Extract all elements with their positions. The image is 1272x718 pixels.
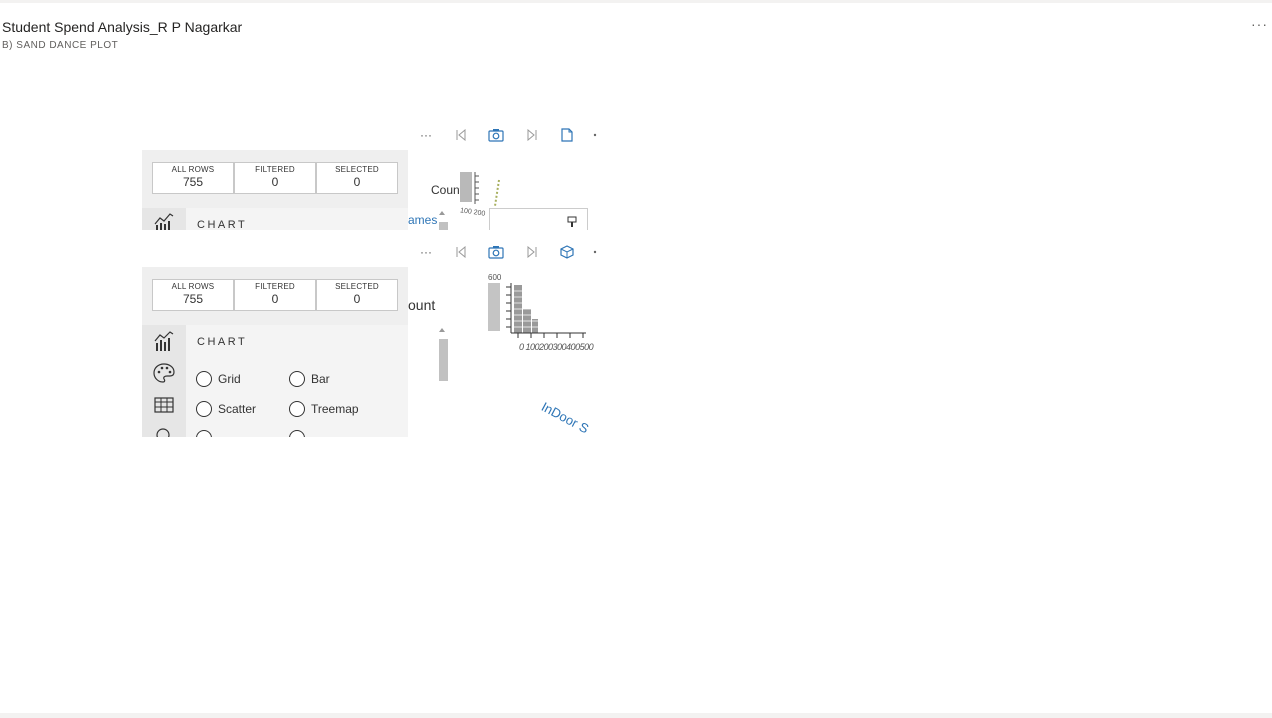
stat-label: SELECTED bbox=[335, 165, 379, 174]
camera-icon[interactable] bbox=[487, 126, 505, 144]
visual-subtitle: B) SAND DANCE PLOT bbox=[2, 40, 119, 51]
table-icon[interactable] bbox=[142, 389, 186, 421]
paintbrush-icon[interactable] bbox=[567, 215, 577, 230]
stat-value: 0 bbox=[271, 175, 279, 189]
radio-label: Scatter bbox=[218, 402, 257, 416]
camera-icon[interactable] bbox=[487, 243, 505, 261]
next-snapshot-icon[interactable] bbox=[523, 126, 541, 144]
overflow-dot-icon[interactable] bbox=[592, 243, 598, 261]
row-stats-bar: ALL ROWS 755 FILTERED 0 SELECTED 0 bbox=[142, 267, 408, 325]
radio-label: Bar bbox=[311, 372, 330, 386]
scroll-up-arrow-icon[interactable] bbox=[439, 211, 445, 215]
more-options-button[interactable]: ··· bbox=[1251, 16, 1268, 32]
previous-snapshot-icon[interactable] bbox=[452, 126, 470, 144]
stat-all-rows: ALL ROWS 755 bbox=[152, 162, 234, 194]
stat-value: 755 bbox=[182, 175, 204, 189]
cube-3d-icon[interactable] bbox=[558, 243, 576, 261]
visual-toolbar: ··· bbox=[142, 122, 598, 148]
radio-circle[interactable] bbox=[196, 371, 212, 387]
stat-selected: SELECTED 0 bbox=[316, 279, 398, 311]
stat-selected: SELECTED 0 bbox=[316, 162, 398, 194]
search-icon[interactable] bbox=[142, 421, 186, 437]
top-border bbox=[0, 0, 1272, 3]
chart-section-heading: CHART bbox=[197, 219, 248, 230]
chart-type-bar-radio[interactable]: Bar bbox=[289, 371, 330, 387]
document-icon[interactable] bbox=[558, 126, 576, 144]
stat-filtered: FILTERED 0 bbox=[234, 279, 316, 311]
sidebar-icon-column bbox=[142, 325, 186, 437]
stat-value: 755 bbox=[182, 292, 204, 306]
stat-value: 0 bbox=[353, 175, 361, 189]
x-axis-ticks: 0 100200300400500 bbox=[519, 342, 594, 352]
stat-label: FILTERED bbox=[255, 165, 295, 174]
chart-type-grid-radio[interactable]: Grid bbox=[196, 371, 241, 387]
settings-scrollbar[interactable] bbox=[438, 325, 448, 437]
legend-popup bbox=[489, 208, 588, 230]
rotated-axis-title: InDoor S bbox=[538, 399, 592, 437]
palette-icon[interactable] bbox=[142, 357, 186, 389]
stat-label: ALL ROWS bbox=[171, 282, 215, 291]
settings-scrollbar[interactable] bbox=[438, 208, 448, 230]
scroll-up-arrow-icon[interactable] bbox=[439, 328, 445, 332]
next-snapshot-icon[interactable] bbox=[523, 243, 541, 261]
sidebar-icon-column bbox=[142, 208, 186, 230]
chart-icon[interactable] bbox=[142, 208, 186, 230]
visual-toolbar: ··· bbox=[142, 239, 598, 265]
previous-snapshot-icon[interactable] bbox=[452, 243, 470, 261]
sanddance-visual-1: ··· ALL ROWS 755 FILTERED 0 SELECTED 0 C… bbox=[142, 122, 598, 230]
chart-type-scatter-radio[interactable]: Scatter bbox=[196, 401, 256, 417]
overflow-dot-icon[interactable] bbox=[592, 126, 598, 144]
chart-type-radio-partial[interactable] bbox=[196, 430, 218, 437]
chart-settings-pane: CHART bbox=[186, 208, 448, 230]
histogram-graphic bbox=[488, 283, 586, 338]
stat-filtered: FILTERED 0 bbox=[234, 162, 316, 194]
toolbar-more-button[interactable]: ··· bbox=[416, 243, 436, 261]
sanddance-visual-2: ··· ALL ROWS 755 FILTERED 0 SELECTED 0 C… bbox=[142, 239, 598, 437]
stat-label: SELECTED bbox=[335, 282, 379, 291]
chart-type-treemap-radio[interactable]: Treemap bbox=[289, 401, 359, 417]
radio-circle[interactable] bbox=[289, 401, 305, 417]
chart-type-radio-partial[interactable] bbox=[289, 430, 311, 437]
stat-value: 0 bbox=[353, 292, 361, 306]
stat-label: FILTERED bbox=[255, 282, 295, 291]
partial-axis-title: ames bbox=[408, 213, 438, 227]
stat-all-rows: ALL ROWS 755 bbox=[152, 279, 234, 311]
radio-circle[interactable] bbox=[289, 371, 305, 387]
stat-label: ALL ROWS bbox=[171, 165, 215, 174]
radio-circle[interactable] bbox=[196, 401, 212, 417]
radio-label: Treemap bbox=[311, 402, 359, 416]
row-stats-bar: ALL ROWS 755 FILTERED 0 SELECTED 0 bbox=[142, 150, 408, 208]
scroll-thumb[interactable] bbox=[439, 222, 448, 230]
scroll-thumb[interactable] bbox=[439, 339, 448, 381]
stat-value: 0 bbox=[271, 292, 279, 306]
chart-settings-pane: CHART Grid Bar Scatter Treemap bbox=[186, 325, 448, 437]
radio-label: Grid bbox=[218, 372, 241, 386]
radio-circle[interactable] bbox=[196, 430, 212, 437]
bottom-border bbox=[0, 713, 1272, 718]
report-title: Student Spend Analysis_R P Nagarkar bbox=[2, 19, 243, 35]
toolbar-more-button[interactable]: ··· bbox=[416, 126, 436, 144]
radio-circle[interactable] bbox=[289, 430, 305, 437]
chart-icon[interactable] bbox=[142, 325, 186, 357]
chart-section-heading: CHART bbox=[197, 336, 248, 348]
axis-label-count: ount bbox=[408, 297, 436, 313]
